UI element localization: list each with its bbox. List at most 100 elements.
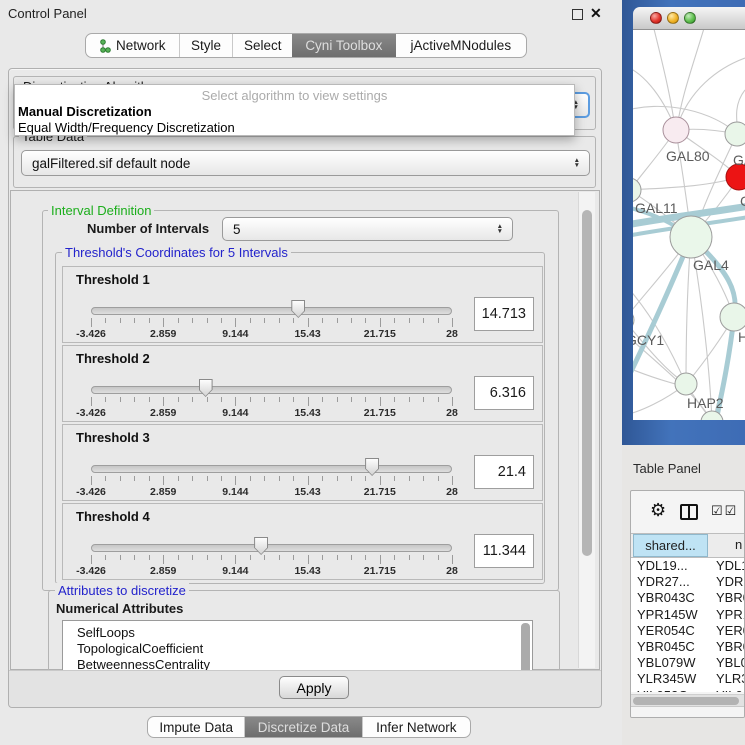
slider-ticks — [91, 555, 452, 565]
column-header-name[interactable]: n — [708, 534, 745, 557]
threshold-slider-track[interactable] — [91, 465, 452, 473]
table-toolbar: ⚙ ☑☑ — [631, 491, 744, 533]
threshold-slider-track[interactable] — [91, 386, 452, 394]
number-of-intervals-combobox[interactable]: 5 ▲▼ — [222, 217, 513, 241]
network-edge-highlighted — [633, 237, 691, 392]
threshold-value-field[interactable]: 11.344 — [474, 534, 534, 568]
network-graph[interactable]: GAL80GAGAL11CGAL4GCY1HHAP2 — [633, 30, 745, 420]
network-view-window: GAL80GAGAL11CGAL4GCY1HHAP2 — [622, 0, 745, 445]
tab-select-label: Select — [244, 38, 282, 53]
cell-shared-name: YER054C — [637, 623, 695, 639]
table-row[interactable]: YBR045CYBR0 — [631, 639, 744, 655]
cell-name: YIL0 — [716, 688, 743, 693]
tab-cyni-toolbox[interactable]: Cyni Toolbox — [292, 34, 396, 57]
threshold-slider-thumb[interactable] — [199, 379, 213, 397]
network-edge — [653, 30, 675, 128]
spinner-arrows-icon[interactable]: ▲▼ — [497, 224, 503, 234]
scrollbar-thumb[interactable] — [633, 697, 739, 705]
cell-name: YBR0 — [716, 639, 744, 655]
table-row[interactable]: YPR145WYPR1 — [631, 607, 744, 623]
spinner-arrows-icon[interactable]: ▲▼ — [574, 158, 580, 168]
threshold-value-field[interactable]: 21.4 — [474, 455, 534, 489]
node-label-ga: GA — [733, 152, 745, 168]
network-edge — [633, 280, 685, 382]
network-node[interactable] — [720, 303, 745, 331]
tab-impute-data[interactable]: Impute Data — [148, 717, 244, 737]
tab-select[interactable]: Select — [232, 34, 292, 57]
tab-discretize-data[interactable]: Discretize Data — [244, 717, 361, 737]
float-icon[interactable] — [572, 9, 583, 20]
threshold-value-field[interactable]: 14.713 — [474, 297, 534, 331]
table-row[interactable]: YLR345WYLR3 — [631, 671, 744, 687]
network-icon — [99, 39, 111, 53]
network-canvas[interactable]: GAL80GAGAL11CGAL4GCY1HHAP2 — [633, 30, 745, 420]
tab-jactivemnodules-label: jActiveMNodules — [411, 38, 512, 53]
bottom-tab-bar: Impute Data Discretize Data Infer Network — [147, 716, 471, 738]
table-row[interactable]: YBR043CYBR0 — [631, 590, 744, 606]
threshold-value-field[interactable]: 6.316 — [474, 376, 534, 410]
cell-name: YDR2 — [716, 574, 744, 590]
column-header-shared-name[interactable]: shared... — [633, 534, 708, 557]
node-label-gal11: GAL11 — [635, 200, 678, 216]
dropdown-option-manual[interactable]: Manual Discretization — [18, 104, 152, 119]
vertical-scrollbar[interactable] — [578, 192, 595, 668]
table-row[interactable]: YDR27...YDR2 — [631, 574, 744, 590]
table-row[interactable]: YIL052CYIL0 — [631, 688, 744, 693]
attribute-item[interactable]: SelfLoops — [63, 625, 532, 641]
close-icon[interactable]: ✕ — [590, 5, 602, 22]
columns-icon[interactable] — [680, 504, 698, 520]
algorithm-dropdown-popup: Select algorithm to view settings Manual… — [14, 84, 575, 136]
network-node[interactable] — [670, 216, 712, 258]
top-tab-bar: NetworkStyle Select Cyni Toolbox jActiveMNo… — [85, 33, 527, 58]
horizontal-scrollbar[interactable] — [631, 694, 744, 706]
network-node[interactable] — [675, 373, 697, 395]
apply-button[interactable]: Apply — [279, 676, 349, 699]
table-row[interactable]: YBL079WYBL0 — [631, 655, 744, 671]
table-row[interactable]: YDL19...YDL1 — [631, 558, 744, 574]
slider-tick-labels: -3.4262.8599.14415.4321.71528 — [91, 486, 452, 498]
threshold-slider-thumb[interactable] — [254, 537, 268, 555]
tab-network[interactable]: Network — [86, 34, 179, 57]
list-scrollbar-thumb[interactable] — [521, 623, 530, 675]
threshold-slider-track[interactable] — [91, 307, 452, 315]
slider-tick-labels: -3.4262.8599.14415.4321.71528 — [91, 328, 452, 340]
table-rows: YDL19...YDL1YDR27...YDR2YBR043CYBR0YPR14… — [631, 558, 744, 692]
tab-cyni-toolbox-label: Cyni Toolbox — [305, 38, 382, 53]
network-node[interactable] — [663, 117, 689, 143]
threshold-box-1: Threshold 1 -3.4262.8599.14415.4321.7152… — [62, 266, 543, 343]
slider-tick-labels: -3.4262.8599.14415.4321.71528 — [91, 565, 452, 577]
screen: { "control_panel": { "title": "Control P… — [0, 0, 745, 745]
checkbox-icons[interactable]: ☑☑ — [711, 503, 738, 519]
mac-close-icon[interactable] — [650, 12, 662, 24]
thresholds-group-title: Threshold's Coordinates for 5 Intervals — [62, 245, 291, 260]
tab-infer-network-label: Infer Network — [376, 720, 456, 735]
table-panel-title: Table Panel — [633, 461, 701, 476]
threshold-slider-track[interactable] — [91, 544, 452, 552]
slider-ticks — [91, 318, 452, 328]
table-row[interactable]: YER054CYER0 — [631, 623, 744, 639]
table-data-combobox[interactable]: galFiltered.sif default node ▲▼ — [21, 150, 590, 176]
scrollbar-thumb[interactable] — [582, 210, 592, 556]
table-footer — [631, 706, 744, 717]
tab-impute-data-label: Impute Data — [159, 720, 233, 735]
dropdown-option-equal-width[interactable]: Equal Width/Frequency Discretization — [18, 120, 235, 135]
tab-style[interactable]: Style — [179, 34, 233, 57]
tab-jactivemnodules[interactable]: jActiveMNodules — [396, 34, 526, 57]
tab-infer-network[interactable]: Infer Network — [362, 717, 470, 737]
table-data-value: galFiltered.sif default node — [32, 151, 190, 176]
network-node[interactable] — [633, 178, 641, 202]
control-panel-title: Control Panel — [8, 6, 87, 21]
attribute-item[interactable]: TopologicalCoefficient — [63, 641, 532, 657]
mac-minimize-icon[interactable] — [667, 12, 679, 24]
cell-shared-name: YPR145W — [637, 607, 698, 623]
threshold-slider-thumb[interactable] — [291, 300, 305, 318]
threshold-slider-thumb[interactable] — [365, 458, 379, 476]
network-node[interactable] — [725, 122, 745, 146]
network-node[interactable] — [633, 309, 634, 331]
mac-zoom-icon[interactable] — [684, 12, 696, 24]
gear-icon[interactable]: ⚙ — [650, 500, 666, 521]
number-of-intervals-label: Number of Intervals — [87, 221, 209, 236]
dropdown-hint: Select algorithm to view settings — [15, 88, 574, 103]
slider-tick-labels: -3.4262.8599.14415.4321.71528 — [91, 407, 452, 419]
cell-name: YDL1 — [716, 558, 744, 574]
